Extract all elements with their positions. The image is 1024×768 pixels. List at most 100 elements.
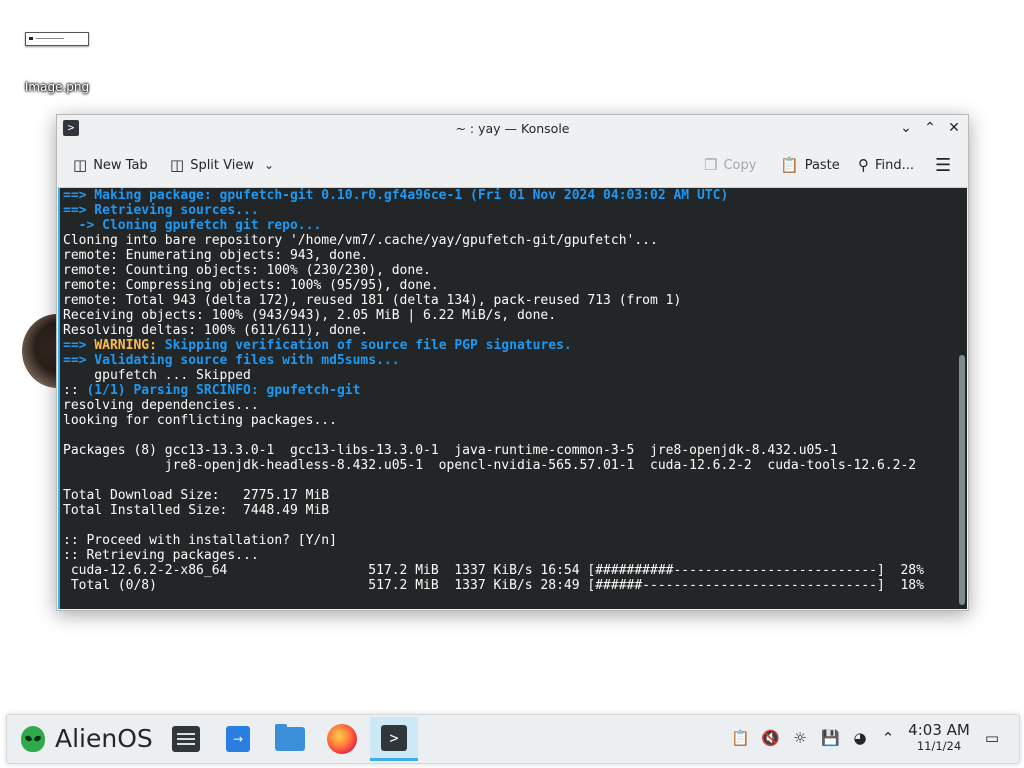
minimize-icon[interactable]: ⌄ [897,119,915,137]
terminal-line: remote: Total 943 (delta 172), reused 18… [63,293,967,308]
search-icon: ⚲ [858,156,869,174]
terminal-text: cuda-12.6.2-2-x86_64 517.2 MiB 1337 KiB/… [63,563,924,578]
find-button[interactable]: ⚲ Find... [858,155,914,175]
gauge-icon[interactable]: ◕ [851,729,869,747]
clipboard-icon[interactable]: 📋 [731,729,750,747]
terminal-text: ==> Making package: gpufetch-git 0.10.r0… [63,188,729,203]
brightness-icon[interactable]: ☼ [791,729,809,747]
terminal-line: resolving dependencies... [63,398,967,413]
chevron-up-icon[interactable]: ⌃ [879,729,897,747]
terminal-line: cuda-12.6.2-2-x86_64 517.2 MiB 1337 KiB/… [63,563,967,578]
task-discover[interactable]: → [214,717,262,761]
chevron-down-icon[interactable]: ⌄ [264,156,274,174]
terminal-text: Cloning into bare repository '/home/vm7/… [63,233,658,248]
close-icon[interactable]: ✕ [945,119,963,137]
folder-icon [275,724,305,751]
terminal-line: remote: Compressing objects: 100% (95/95… [63,278,967,293]
terminal-output[interactable]: ==> Making package: gpufetch-git 0.10.r0… [58,188,967,609]
split-view-button[interactable]: ◫ Split View ⌄ [170,155,274,175]
terminal-line: ==> Retrieving sources... [63,203,967,218]
task-konsole[interactable]: > [370,717,418,761]
terminal-text: ==> [63,338,95,353]
terminal-line: ==> Making package: gpufetch-git 0.10.r0… [63,188,967,203]
terminal-text: Total Download Size: 2775.17 MiB [63,488,330,503]
application-launcher[interactable]: AlienOS [21,724,153,753]
paste-button[interactable]: 📋 Paste [780,155,840,175]
window-title: ~ : yay — Konsole [455,121,570,136]
terminal-line: Resolving deltas: 100% (611/611), done. [63,323,967,338]
konsole-window: > ~ : yay — Konsole ⌄ ⌃ ✕ ◫ New Tab ◫ Sp… [56,114,969,611]
show-desktop-icon[interactable]: ▭ [983,729,1001,747]
new-tab-button[interactable]: ◫ New Tab [73,155,148,175]
terminal-text: remote: Counting objects: 100% (230/230)… [63,263,431,278]
terminal-text: gpufetch ... Skipped [63,368,251,383]
terminal-text: :: Proceed with installation? [Y/n] [63,533,337,548]
copy-button[interactable]: ❐ Copy [704,155,756,175]
split-view-icon: ◫ [170,156,185,174]
discover-store-icon: → [226,726,250,752]
terminal-line: looking for conflicting packages... [63,413,967,428]
alien-logo-icon [21,725,45,752]
terminal-line: Total (0/8) 517.2 MiB 1337 KiB/s 28:49 [… [63,578,967,593]
terminal-line: Receiving objects: 100% (943/943), 2.05 … [63,308,967,323]
terminal-line: :: Proceed with installation? [Y/n] [63,533,967,548]
task-firefox[interactable] [318,717,366,761]
maximize-icon[interactable]: ⌃ [921,119,939,137]
terminal-text: looking for conflicting packages... [63,413,337,428]
terminal-text: WARNING: [94,338,165,353]
terminal-text: :: Retrieving packages... [63,548,259,563]
konsole-icon: > [381,724,407,751]
terminal-text: (1/1) Parsing SRCINFO: gpufetch-git [86,383,361,398]
terminal-text: remote: Compressing objects: 100% (95/95… [63,278,439,293]
clock-time: 4:03 AM [908,721,970,739]
terminal-text: Receiving objects: 100% (943/943), 2.05 … [63,308,557,323]
clock[interactable]: 4:03 AM 11/1/24 [905,721,973,753]
hamburger-menu-button[interactable]: ☰ [935,154,952,176]
desktop-icon-label: Image.png [24,80,90,94]
terminal-scrollbar[interactable] [959,355,965,605]
find-label: Find... [875,157,915,173]
paste-label: Paste [804,157,840,173]
paste-icon: 📋 [780,156,799,174]
terminal-text: ==> Validating source files with md5sums… [63,353,400,368]
terminal-text: jre8-openjdk-headless-8.432.u05-1 opencl… [63,458,917,473]
task-files[interactable] [266,717,314,761]
terminal-line: :: (1/1) Parsing SRCINFO: gpufetch-git [63,383,967,398]
terminal-text: Total Installed Size: 7448.49 MiB [63,503,330,518]
terminal-text: :: [63,383,87,398]
volume-muted-icon[interactable]: 🔇 [761,729,780,747]
terminal-line: gpufetch ... Skipped [63,368,967,383]
firefox-icon [327,724,357,754]
terminal-line: Cloning into bare repository '/home/vm7/… [63,233,967,248]
terminal-line: remote: Counting objects: 100% (230/230)… [63,263,967,278]
task-settings[interactable] [162,717,210,761]
clock-date: 11/1/24 [916,739,962,753]
terminal-text: Total (0/8) 517.2 MiB 1337 KiB/s 28:49 [… [63,578,924,593]
terminal-text: remote: Total 943 (delta 172), reused 18… [63,293,682,308]
hamburger-menu-icon: ☰ [935,154,952,176]
terminal-text: -> Cloning gpufetch git repo... [63,218,322,233]
new-tab-icon: ◫ [73,156,88,174]
copy-icon: ❐ [704,156,718,174]
terminal-line: jre8-openjdk-headless-8.432.u05-1 opencl… [63,458,967,473]
image-file-icon [25,32,89,46]
settings-icon [172,726,200,752]
disk-icon[interactable]: 💾 [821,729,840,747]
terminal-line: ==> Validating source files with md5sums… [63,353,967,368]
split-view-label: Split View [190,157,254,173]
desktop-icon-image-png[interactable]: Image.png [18,30,96,94]
terminal-line: Packages (8) gcc13-13.3.0-1 gcc13-libs-1… [63,443,967,458]
launcher-label: AlienOS [55,724,153,753]
terminal-line: -> Cloning gpufetch git repo... [63,218,967,233]
terminal-line: :: Retrieving packages... [63,548,967,563]
copy-label: Copy [723,157,757,173]
terminal-line: Total Download Size: 2775.17 MiB [63,488,967,503]
terminal-text: resolving dependencies... [63,398,259,413]
terminal-text: Packages (8) gcc13-13.3.0-1 gcc13-libs-1… [63,443,838,458]
window-titlebar[interactable]: > ~ : yay — Konsole ⌄ ⌃ ✕ [57,115,968,141]
terminal-text: ==> Retrieving sources... [63,203,259,218]
terminal-text: remote: Enumerating objects: 943, done. [63,248,369,263]
